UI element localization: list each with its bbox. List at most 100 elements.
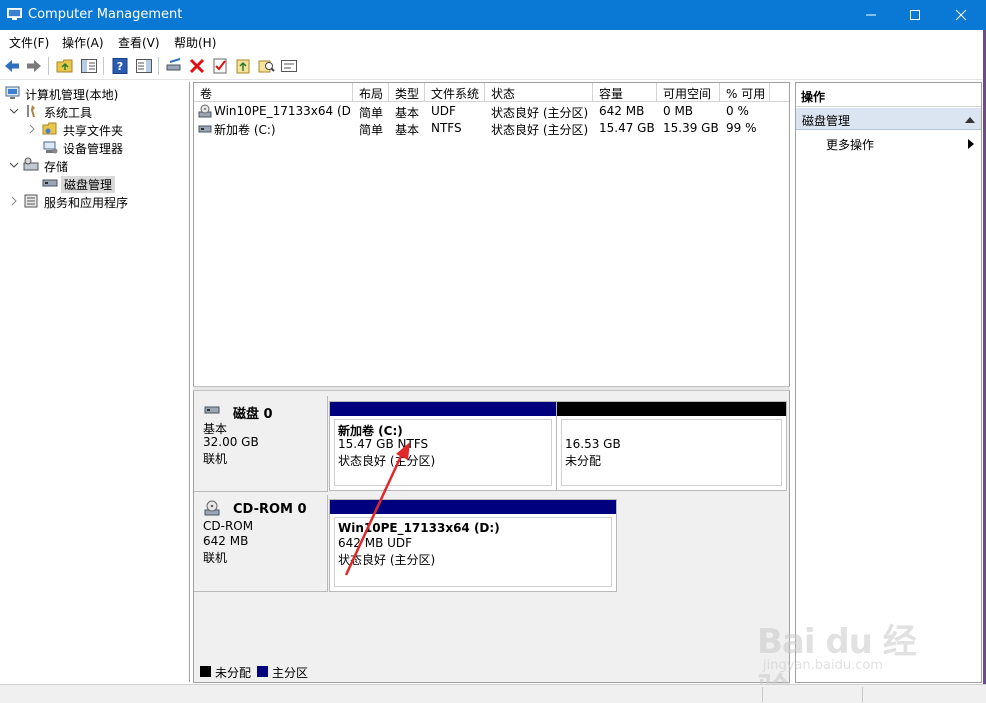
chevron-right-icon[interactable] xyxy=(26,123,38,135)
column-header-percent-free[interactable]: % 可用 xyxy=(720,83,770,102)
show-hide-action-pane-icon[interactable] xyxy=(135,57,153,75)
disk-name: 磁盘 0 xyxy=(233,407,273,422)
search-folder-icon[interactable] xyxy=(257,57,275,75)
cell-status: 状态良好 (主分区) xyxy=(491,106,589,120)
tree-item-device-manager[interactable]: 设备管理器 xyxy=(3,138,188,156)
show-hide-tree-icon[interactable] xyxy=(80,57,98,75)
computer-management-icon xyxy=(7,8,22,20)
navigation-tree: 计算机管理(本地) 系统工具 共享文件夹 设备管理器 存储 磁盘管理 服务和应用… xyxy=(1,82,190,682)
close-button[interactable] xyxy=(938,0,984,30)
watermark: Bai du 经验 jingyan.baidu.com xyxy=(757,598,937,703)
system-tools-icon xyxy=(27,105,35,117)
minimize-icon xyxy=(866,14,876,16)
column-header-free-space[interactable]: 可用空间 xyxy=(657,83,720,102)
connect-drive-icon[interactable] xyxy=(165,57,183,75)
up-folder-icon[interactable] xyxy=(56,57,74,75)
partition-c[interactable]: 新加卷 (C:) 15.47 GB NTFS 状态良好 (主分区) xyxy=(329,401,557,491)
tree-label: 存储 xyxy=(44,160,69,174)
chevron-down-icon[interactable] xyxy=(8,159,20,171)
column-header-filesystem[interactable]: 文件系统 xyxy=(425,83,485,102)
tree-label: 计算机管理(本地) xyxy=(25,88,119,102)
chevron-down-icon[interactable] xyxy=(8,105,20,117)
delete-icon[interactable] xyxy=(188,57,206,75)
table-row[interactable]: 新加卷 (C:) 简单 基本 NTFS 状态良好 (主分区) 15.47 GB … xyxy=(194,120,789,137)
close-icon xyxy=(955,9,967,21)
partition-size: 15.47 GB NTFS xyxy=(338,437,429,451)
disk-type: CD-ROM xyxy=(203,519,254,533)
menu-help[interactable]: 帮助(H) xyxy=(174,34,216,51)
disk-0-label[interactable]: 磁盘 0 基本 32.00 GB 联机 xyxy=(194,396,328,492)
tree-item-storage[interactable]: 存储 xyxy=(3,156,188,174)
table-row[interactable]: Win10PE_17133x64 (D:) 简单 基本 UDF 状态良好 (主分… xyxy=(194,103,789,120)
back-arrow-icon[interactable] xyxy=(3,57,21,75)
legend-label-primary: 主分区 xyxy=(272,666,309,680)
partition-size: 642 MB UDF xyxy=(338,536,413,550)
disk-size: 642 MB xyxy=(203,534,249,548)
legend-swatch-unallocated xyxy=(200,666,211,677)
svg-text:?: ? xyxy=(117,60,123,73)
column-header-type[interactable]: 类型 xyxy=(389,83,425,102)
column-header-layout[interactable]: 布局 xyxy=(353,83,389,102)
partition-bar-primary xyxy=(330,500,616,514)
cell-type: 基本 xyxy=(395,123,420,137)
shared-folder-icon xyxy=(42,122,57,135)
submenu-arrow-icon[interactable] xyxy=(968,139,974,149)
device-manager-icon xyxy=(43,141,58,154)
cdrom-icon xyxy=(204,500,220,516)
disk-graphic-pane: 磁盘 0 基本 32.00 GB 联机 新加卷 (C:) 15.47 GB NT… xyxy=(193,391,790,683)
toolbar: ? xyxy=(0,52,986,80)
partition-bar-primary xyxy=(330,402,556,416)
minimize-button[interactable] xyxy=(848,0,894,30)
tree-item-computer-management[interactable]: 计算机管理(本地) xyxy=(3,84,188,102)
menu-bar: 文件(F) 操作(A) 查看(V) 帮助(H) xyxy=(0,30,986,52)
disk-state: 联机 xyxy=(203,551,228,565)
legend-swatch-primary xyxy=(257,666,268,677)
forward-arrow-icon[interactable] xyxy=(25,57,43,75)
disk-state: 联机 xyxy=(203,452,228,466)
actions-header: 操作 xyxy=(796,83,981,107)
tree-item-services-apps[interactable]: 服务和应用程序 xyxy=(3,192,188,210)
settings-panel-icon[interactable] xyxy=(280,57,298,75)
cell-capacity: 642 MB xyxy=(599,104,645,118)
disk-name: CD-ROM 0 xyxy=(233,502,307,517)
maximize-button[interactable] xyxy=(892,0,938,30)
watermark-url: jingyan.baidu.com xyxy=(763,658,883,673)
status-bar xyxy=(0,684,986,703)
collapse-up-icon[interactable] xyxy=(965,116,975,123)
volume-list-header: 卷 布局 类型 文件系统 状态 容量 可用空间 % 可用 xyxy=(194,83,789,102)
column-header-status[interactable]: 状态 xyxy=(485,83,593,102)
actions-pane: 操作 磁盘管理 更多操作 xyxy=(795,82,982,683)
menu-file[interactable]: 文件(F) xyxy=(9,34,49,51)
storage-icon xyxy=(23,157,39,171)
properties-check-icon[interactable] xyxy=(211,57,229,75)
chevron-right-icon[interactable] xyxy=(8,195,20,207)
export-list-icon[interactable] xyxy=(234,57,252,75)
column-header-volume[interactable]: 卷 xyxy=(194,83,353,102)
partition-title: Win10PE_17133x64 (D:) xyxy=(338,521,500,535)
help-icon[interactable]: ? xyxy=(111,57,129,75)
disk-volume-icon xyxy=(198,125,212,133)
partition-status: 状态良好 (主分区) xyxy=(338,454,436,468)
cell-volume: 新加卷 (C:) xyxy=(214,123,276,137)
tree-item-system-tools[interactable]: 系统工具 xyxy=(3,102,188,120)
tree-item-disk-management[interactable]: 磁盘管理 xyxy=(3,174,188,193)
cell-filesystem: UDF xyxy=(431,104,456,118)
cdrom-0-label[interactable]: CD-ROM 0 CD-ROM 642 MB 联机 xyxy=(194,495,328,592)
menu-action[interactable]: 操作(A) xyxy=(62,34,104,51)
more-actions-link[interactable]: 更多操作 xyxy=(826,136,874,153)
tree-label: 设备管理器 xyxy=(63,142,124,156)
hard-disk-icon xyxy=(204,406,220,414)
partition-d[interactable]: Win10PE_17133x64 (D:) 642 MB UDF 状态良好 (主… xyxy=(329,499,617,592)
tree-item-shared-folders[interactable]: 共享文件夹 xyxy=(3,120,188,138)
menu-view[interactable]: 查看(V) xyxy=(118,34,160,51)
maximize-icon xyxy=(910,10,920,20)
column-header-capacity[interactable]: 容量 xyxy=(593,83,657,102)
cell-capacity: 15.47 GB xyxy=(599,121,655,135)
actions-section-disk-management[interactable]: 磁盘管理 xyxy=(796,108,981,130)
cell-free: 15.39 GB xyxy=(663,121,719,135)
partition-unallocated[interactable]: 16.53 GB 未分配 xyxy=(556,401,787,491)
actions-section-label: 磁盘管理 xyxy=(802,114,851,128)
tree-label: 共享文件夹 xyxy=(63,124,124,138)
cell-percent: 99 % xyxy=(726,121,757,135)
legend-label-unallocated: 未分配 xyxy=(215,666,252,680)
